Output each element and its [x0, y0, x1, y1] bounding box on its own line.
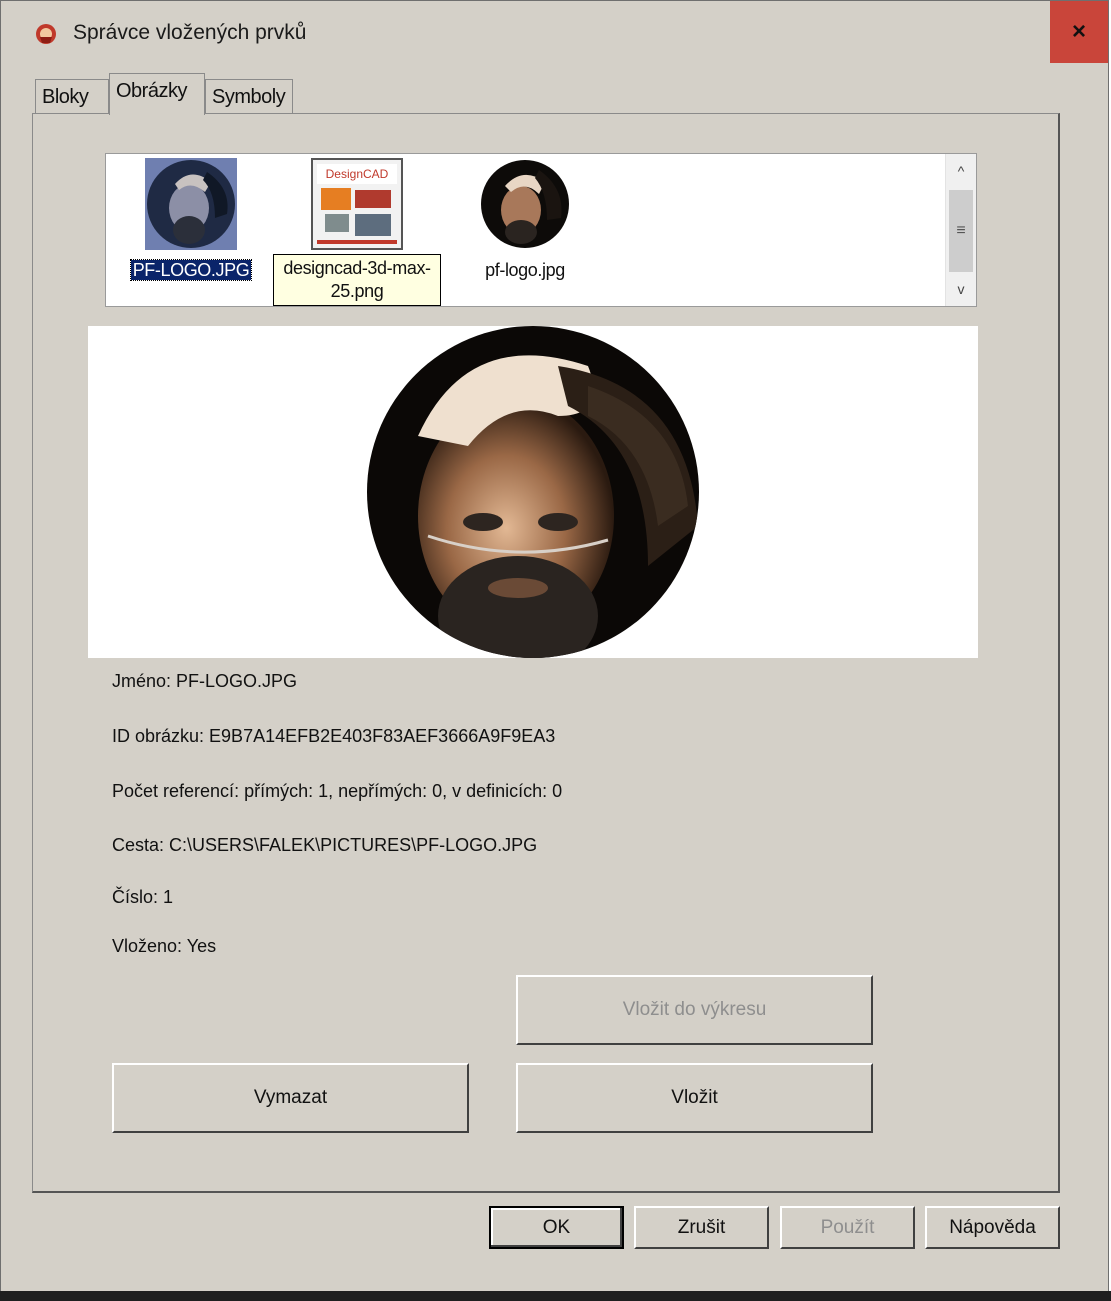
insert-into-drawing-button[interactable]: Vložit do výkresu — [516, 975, 873, 1045]
grip-icon: ≡ — [956, 222, 966, 239]
close-icon: × — [1071, 18, 1086, 45]
taskbar-edge — [0, 1291, 1111, 1301]
thumbnail-tooltip-label: designcad-3d-max- 25.png — [273, 254, 441, 306]
image-preview — [88, 326, 978, 658]
info-embedded: Vloženo: Yes — [112, 936, 217, 956]
tab-bloky[interactable]: Bloky — [35, 79, 109, 113]
dialog-window: Správce vložených prvků × Bloky Obrázky … — [0, 0, 1109, 1299]
info-number: Číslo: 1 — [112, 887, 174, 907]
info-image-id: ID obrázku: E9B7A14EFB2E403F83AEF3666A9F… — [112, 726, 556, 746]
title-bar: Správce vložených prvků × — [1, 1, 1108, 65]
designcad-box-thumbnail-icon: DesignCAD — [311, 158, 403, 250]
image-thumbnail-list[interactable]: PF-LOGO.JPG DesignCAD pf-logo.jpg ^ ≡ v — [105, 153, 977, 307]
apply-button[interactable]: Použít — [780, 1206, 915, 1249]
cancel-button[interactable]: Zrušit — [634, 1206, 769, 1249]
info-name: Jméno: PF-LOGO.JPG — [112, 671, 298, 691]
close-button[interactable]: × — [1050, 1, 1108, 63]
portrait-preview-image — [367, 326, 699, 658]
scroll-down-icon[interactable]: v — [946, 274, 976, 304]
scroll-thumb[interactable]: ≡ — [949, 190, 973, 272]
help-button[interactable]: Nápověda — [925, 1206, 1060, 1249]
app-icon — [36, 24, 56, 44]
thumbnail-label: PF-LOGO.JPG — [129, 259, 253, 281]
tab-symboly[interactable]: Symboly — [205, 79, 293, 113]
window-title: Správce vložených prvků — [73, 21, 307, 44]
thumbnail-label: pf-logo.jpg — [485, 260, 565, 280]
thumbnail-scrollbar[interactable]: ^ ≡ v — [945, 154, 976, 306]
scroll-up-icon[interactable]: ^ — [946, 156, 976, 186]
thumbnail-item[interactable]: pf-logo.jpg — [460, 158, 590, 304]
designcad-logo-text: DesignCAD — [326, 167, 389, 181]
tab-label: Obrázky — [116, 80, 187, 102]
portrait-thumbnail-icon — [481, 160, 569, 248]
tab-label: Symboly — [212, 86, 286, 108]
info-path: Cesta: C:\USERS\FALEK\PICTURES\PF-LOGO.J… — [112, 835, 538, 855]
portrait-blue-thumbnail-icon — [145, 158, 237, 250]
tab-obrazky[interactable]: Obrázky — [109, 73, 205, 115]
info-reference-count: Počet referencí: přímých: 1, nepřímých: … — [112, 781, 563, 801]
ok-button[interactable]: OK — [489, 1206, 624, 1249]
thumbnail-item[interactable]: PF-LOGO.JPG — [126, 158, 256, 304]
delete-button[interactable]: Vymazat — [112, 1063, 469, 1133]
insert-button[interactable]: Vložit — [516, 1063, 873, 1133]
tab-label: Bloky — [42, 86, 89, 108]
